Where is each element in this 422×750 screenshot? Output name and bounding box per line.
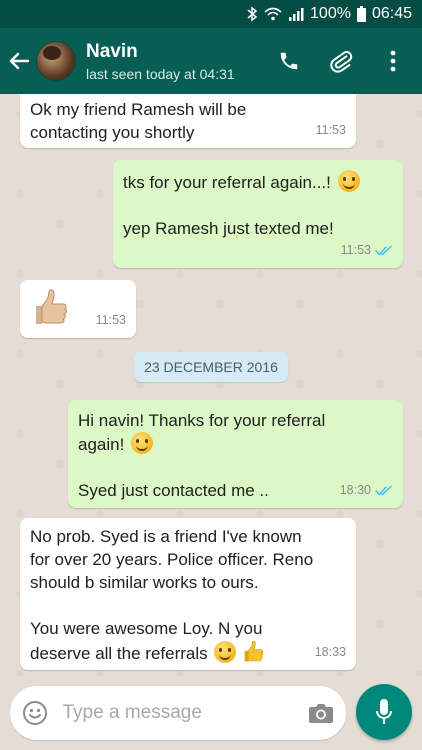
message-text: No prob. Syed is a friend I've known for… — [30, 527, 314, 638]
smiling-face-emoji — [337, 170, 360, 192]
microphone-icon — [376, 699, 392, 724]
bluetooth-icon — [246, 6, 258, 22]
voice-message-button[interactable] — [356, 684, 412, 740]
message-outgoing[interactable]: tks for your referral again...! yep Rame… — [113, 160, 403, 268]
chat-area[interactable]: Ok my friend Ramesh will be contacting y… — [0, 94, 422, 676]
status-time: 06:45 — [371, 5, 412, 22]
battery-percent: 100% — [310, 5, 351, 22]
message-line: tks for your referral again...! — [123, 170, 391, 194]
message-incoming[interactable]: No prob. Syed is a friend I've known for… — [20, 518, 356, 670]
paperclip-icon — [330, 51, 353, 73]
attach-button[interactable] — [328, 48, 354, 74]
message-outgoing[interactable]: Hi navin! Thanks for your referral again… — [68, 400, 403, 508]
chat-header: Navin last seen today at 04:31 — [0, 28, 422, 94]
call-button[interactable] — [276, 48, 302, 74]
smiling-face-emoji — [214, 641, 237, 663]
message-text: tks for your referral again...! — [123, 173, 331, 192]
last-seen: last seen today at 04:31 — [86, 65, 235, 82]
message-text: again! — [78, 435, 125, 454]
message-text: yep Ramesh just texted me! — [123, 219, 334, 238]
contact-info[interactable]: Navin last seen today at 04:31 — [86, 41, 276, 82]
date-separator: 23 DECEMBER 2016 — [134, 352, 288, 382]
double-check-icon — [375, 245, 392, 256]
more-vertical-icon — [390, 50, 396, 72]
wifi-icon — [264, 7, 282, 21]
message-text: deserve all the referrals — [30, 644, 208, 663]
camera-button[interactable] — [308, 698, 335, 728]
message-time: 11:53 — [315, 123, 346, 137]
camera-icon — [308, 704, 333, 723]
message-time: 11:53 — [340, 243, 371, 257]
message-input[interactable] — [62, 702, 308, 724]
emoji-icon — [23, 701, 48, 725]
avatar[interactable] — [36, 41, 76, 81]
message-line: again! — [78, 432, 391, 456]
thumbs-up-emoji — [244, 640, 264, 662]
battery-icon — [356, 6, 366, 22]
emoji-button[interactable] — [22, 698, 49, 728]
double-check-icon — [375, 485, 392, 496]
message-text: Ok my friend Ramesh will be contacting y… — [30, 100, 247, 142]
grinning-face-emoji — [131, 432, 154, 454]
thumbs-up-emoji — [36, 289, 67, 324]
arrow-left-icon — [9, 52, 29, 70]
message-composer — [10, 686, 346, 740]
contact-name: Navin — [86, 40, 138, 62]
message-time: 18:30 — [339, 483, 371, 497]
message-incoming[interactable]: Ok my friend Ramesh will be contacting y… — [20, 94, 356, 148]
message-line: deserve all the referrals — [30, 640, 344, 665]
signal-icon — [288, 7, 304, 21]
message-incoming[interactable]: 11:53 — [20, 280, 136, 338]
message-time: 18:33 — [314, 645, 346, 659]
message-time: 11:53 — [95, 313, 126, 327]
back-button[interactable] — [2, 28, 36, 94]
more-options-button[interactable] — [380, 48, 406, 74]
status-bar: 100% 06:45 — [0, 0, 422, 28]
message-text: Hi navin! Thanks for your referral — [78, 411, 326, 430]
phone-icon — [280, 52, 298, 70]
